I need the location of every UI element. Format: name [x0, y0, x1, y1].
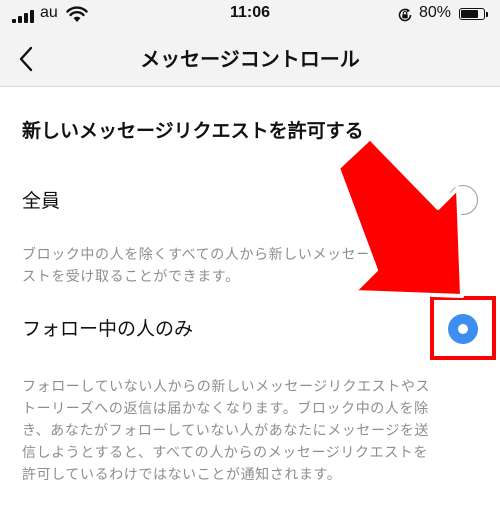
rotation-lock-icon	[398, 8, 412, 22]
section-heading: 新しいメッセージリクエストを許可する	[22, 120, 364, 142]
battery-fill	[461, 10, 478, 18]
arrow-icon	[336, 136, 464, 298]
battery-cap	[486, 12, 488, 17]
option-following-only-description: フォローしていない人からの新しいメッセージリクエストやス トーリーズへの返信は届…	[22, 376, 482, 486]
battery-percentage: 80%	[419, 4, 452, 21]
option-everyone-label: 全員	[22, 190, 61, 212]
description-line: 信しようとすると、すべての人からのメッセージリクエストを	[22, 445, 428, 461]
option-following-only-label: フォロー中の人のみ	[22, 318, 194, 340]
page-title: メッセージコントロール	[140, 47, 360, 71]
navigation-bar: メッセージコントロール	[0, 30, 500, 87]
battery-icon	[459, 8, 485, 20]
description-line: トーリーズへの返信は届かなくなります。ブロック中の人を除	[22, 401, 429, 417]
description-line: 許可しているわけではないことが通知されます。	[22, 467, 342, 483]
description-line: フォローしていない人からの新しいメッセージリクエストやス	[22, 379, 431, 395]
description-line: き、あなたがフォローしていない人があなたにメッセージを送	[22, 423, 430, 439]
status-bar: au 11:06 80%	[0, 0, 500, 30]
screen: au 11:06 80% メッセージコントロール 新しいメッセージリクエストを許…	[0, 0, 500, 508]
